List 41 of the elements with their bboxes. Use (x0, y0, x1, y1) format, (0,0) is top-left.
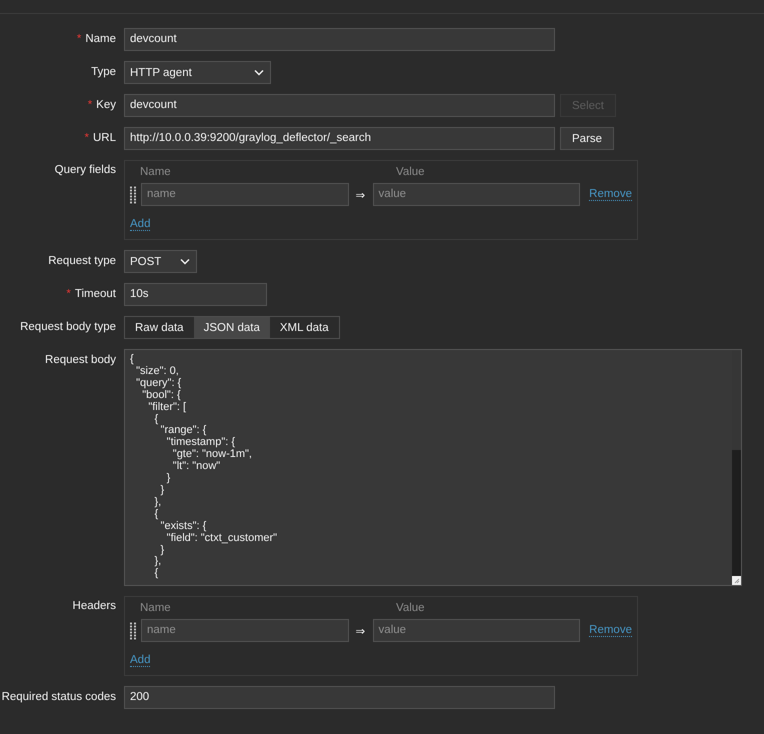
dropdown[interactable]: POST (124, 250, 197, 273)
caret-icon (180, 258, 190, 265)
column-header: Value (396, 166, 426, 178)
field-label: Query fields (54, 163, 116, 178)
column-header: Name (140, 602, 172, 614)
value-field[interactable]: value (372, 619, 580, 642)
column-header: Value (396, 602, 426, 614)
request-body-field[interactable]: { "size": 0, "query": { "bool": { "filter": [ { "range": { "timestamp": { "gte": "now-1m", "lt": "now" } } }, { "exists": { "field": "ctxt_customer" } }, { (124, 349, 742, 586)
arrow-icon: ⇒ (348, 188, 373, 202)
input-field[interactable]: devcount (124, 94, 555, 117)
field-label: Headers (72, 599, 116, 614)
segment-tab[interactable]: JSON data (194, 317, 270, 338)
name-field[interactable]: name (140, 619, 349, 642)
remove-link[interactable]: Remove (589, 624, 632, 637)
field-label: * URL (84, 131, 116, 146)
field-label: * Name (76, 32, 116, 47)
drag-handle-icon[interactable] (130, 186, 137, 204)
field-label: Request body type (20, 320, 116, 335)
name-field[interactable]: name (140, 183, 349, 206)
input-field[interactable]: devcount (124, 28, 555, 51)
remove-link[interactable]: Remove (589, 188, 632, 201)
field-label: Type (91, 65, 116, 80)
field-label: Required status codes (2, 690, 116, 705)
value-field[interactable]: value (372, 183, 580, 206)
column-header: Name (140, 166, 172, 178)
drag-handle-icon[interactable] (130, 622, 137, 640)
field-label: Request body (45, 353, 116, 368)
input-field[interactable]: http://10.0.0.39:9200/graylog_deflector/_search (124, 127, 555, 150)
dropdown[interactable]: HTTP agent (124, 61, 271, 84)
parse-button[interactable]: Parse (560, 127, 614, 150)
add-link[interactable]: Add (130, 654, 150, 667)
resize-handle-icon[interactable] (732, 576, 741, 585)
input-field[interactable]: 10s (124, 283, 267, 306)
arrow-icon: ⇒ (348, 624, 373, 638)
field-label: Request type (48, 254, 116, 269)
add-link[interactable]: Add (130, 218, 150, 231)
input-field[interactable]: 200 (124, 686, 555, 709)
field-label: * Timeout (66, 287, 116, 302)
field-label: * Key (88, 98, 116, 113)
caret-icon (254, 69, 264, 76)
scrollbar[interactable] (732, 350, 741, 576)
